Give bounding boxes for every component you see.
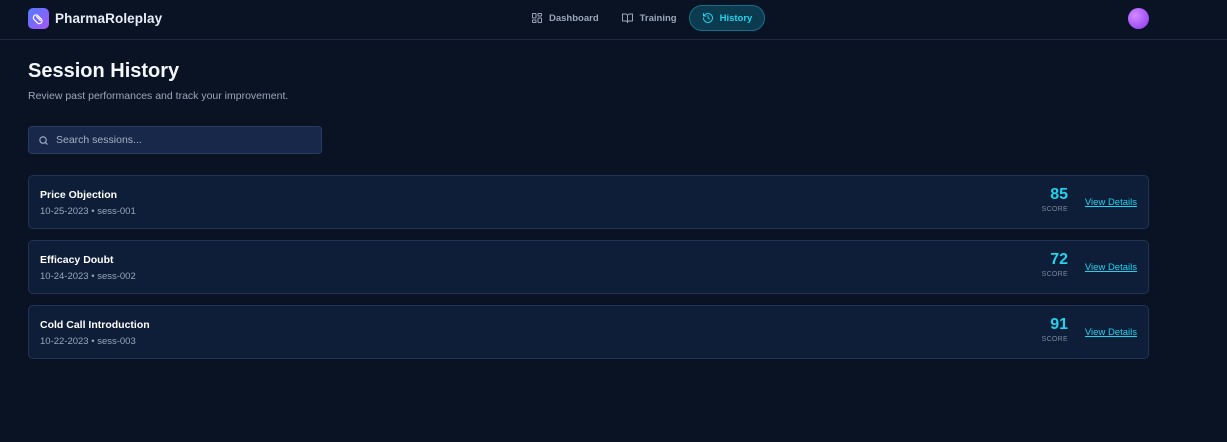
session-card[interactable]: Price Objection 10-25-2023 • sess-001 85… xyxy=(28,175,1149,229)
user-avatar[interactable] xyxy=(1128,8,1149,29)
session-score: 85 SCORE xyxy=(1042,186,1068,213)
score-value: 72 xyxy=(1050,251,1068,268)
pill-logo-icon xyxy=(28,8,49,29)
session-title: Cold Call Introduction xyxy=(40,319,150,331)
view-details-link[interactable]: View Details xyxy=(1085,327,1137,338)
nav-training-label: Training xyxy=(639,12,677,24)
session-title: Price Objection xyxy=(40,189,118,201)
score-value: 91 xyxy=(1050,316,1068,333)
session-meta: 10-22-2023 • sess-003 xyxy=(40,336,136,347)
main-nav: Dashboard Training History xyxy=(521,5,767,31)
nav-dashboard[interactable]: Dashboard xyxy=(521,5,609,31)
grid-icon xyxy=(532,13,542,23)
session-score: 72 SCORE xyxy=(1042,251,1068,278)
session-card[interactable]: Efficacy Doubt 10-24-2023 • sess-002 72 … xyxy=(28,240,1149,294)
search-input[interactable] xyxy=(56,134,306,146)
score-label: SCORE xyxy=(1041,206,1068,213)
view-details-link[interactable]: View Details xyxy=(1085,262,1137,273)
search-icon xyxy=(39,135,48,145)
score-label: SCORE xyxy=(1041,271,1068,278)
nav-training[interactable]: Training xyxy=(611,5,687,31)
page-title: Session History xyxy=(28,60,180,82)
session-title: Efficacy Doubt xyxy=(40,254,114,266)
session-meta: 10-24-2023 • sess-002 xyxy=(40,271,136,282)
session-meta: 10-25-2023 • sess-001 xyxy=(40,206,136,217)
search-box xyxy=(28,126,322,154)
session-score: 91 SCORE xyxy=(1042,316,1068,343)
nav-dashboard-label: Dashboard xyxy=(549,12,599,24)
score-value: 85 xyxy=(1050,186,1068,203)
session-card[interactable]: Cold Call Introduction 10-22-2023 • sess… xyxy=(28,305,1149,359)
book-open-icon xyxy=(621,13,633,23)
history-icon xyxy=(702,13,713,23)
page-subtitle: Review past performances and track your … xyxy=(28,90,289,102)
brand-name: PharmaRoleplay xyxy=(55,11,163,26)
nav-history-label: History xyxy=(719,12,753,24)
score-label: SCORE xyxy=(1041,336,1068,343)
brand[interactable]: PharmaRoleplay xyxy=(28,8,162,29)
view-details-link[interactable]: View Details xyxy=(1085,197,1137,208)
nav-history[interactable]: History xyxy=(688,5,766,31)
top-nav-bar: PharmaRoleplay Dashboard Training Histor… xyxy=(0,0,1227,40)
